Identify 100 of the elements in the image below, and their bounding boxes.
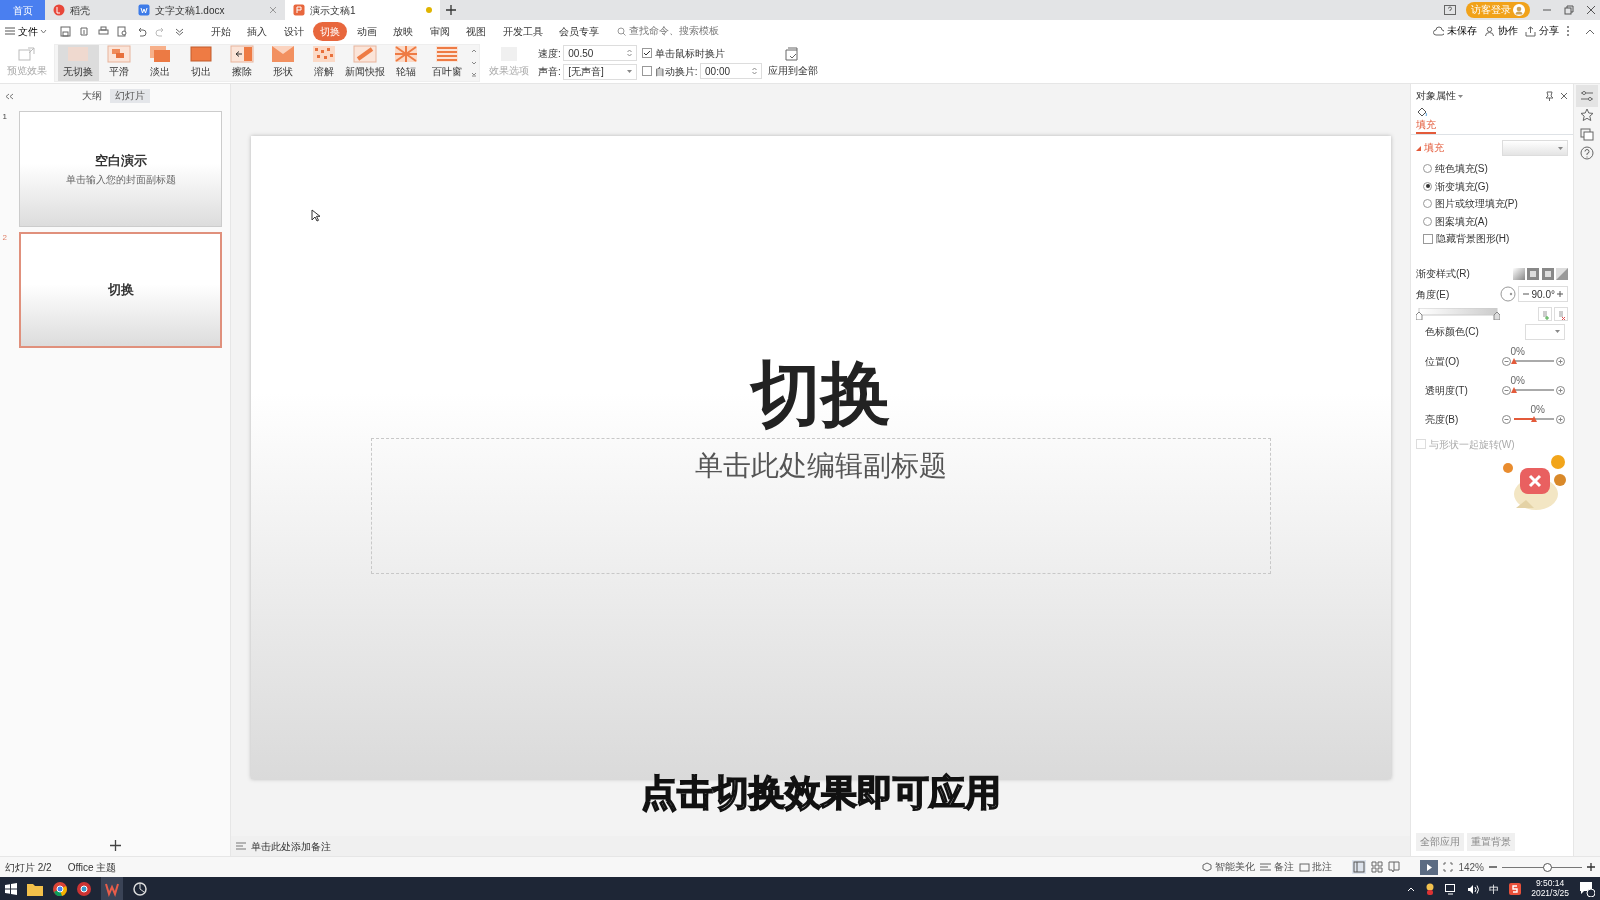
ribbon-tab[interactable]: 放映 [386,21,420,41]
radio-option[interactable]: 图案填充(A) [1423,213,1573,229]
ribbon-tab[interactable]: 审阅 [422,21,457,41]
panel-tab[interactable]: 幻灯片 [109,89,150,104]
notification-icon[interactable] [1579,881,1595,897]
transition-effect-button[interactable]: 擦除 [221,44,263,81]
normal-view-icon[interactable] [1352,860,1367,874]
sound-dropdown[interactable]: [无声音] [563,63,638,80]
toolbar-action[interactable]: 未保存 [1433,23,1477,39]
minus-circle-icon[interactable] [1502,356,1511,366]
gradient-style-icon[interactable] [1556,267,1568,280]
status-button[interactable]: 备注 [1260,859,1294,875]
slider-thumb[interactable] [1510,358,1517,364]
ribbon-tab[interactable]: 设计 [276,21,311,41]
play-button-icon[interactable] [1420,859,1439,875]
clock-time[interactable]: 9:50:14 [1535,879,1565,889]
transition-effect-button[interactable]: 无切换 [57,44,99,81]
checkbox-option[interactable]: 单击鼠标时换片 [642,45,763,61]
zoom-in-icon[interactable] [1587,863,1595,871]
gradient-style-icon[interactable] [1512,267,1525,280]
toolbar-action[interactable]: 协作 [1484,23,1518,39]
ribbon-tab[interactable]: 会员专享 [552,21,606,41]
browser-icon[interactable] [77,882,91,896]
plus-circle-icon[interactable] [1556,414,1565,424]
fit-icon[interactable] [1443,862,1454,872]
plus-circle-icon[interactable] [1556,385,1565,395]
time-field[interactable]: 00:00 [700,63,763,80]
redo-icon[interactable] [155,25,166,37]
office-app-icon[interactable] [101,877,123,900]
input-method[interactable]: 中 [1489,881,1500,897]
transition-effect-button[interactable]: 新闻快报 [344,44,386,81]
document-tab[interactable]: 演示文稿1 [285,0,440,20]
zoom-out-icon[interactable] [1489,863,1497,871]
slide-thumbnail[interactable]: 切换 [19,231,222,348]
minus-circle-icon[interactable] [1502,385,1511,395]
caret-icon[interactable] [627,70,633,74]
apply-all-button[interactable]: 应用到全部 [767,44,820,81]
pin-icon[interactable] [1545,91,1554,102]
close-icon[interactable] [1586,5,1596,15]
transition-effect-button[interactable]: 百叶窗 [426,44,468,81]
clock-date[interactable]: 2021/3/25 [1531,889,1569,899]
transition-effect-button[interactable]: 切出 [180,44,222,81]
slider-thumb[interactable] [1530,416,1537,422]
radio-button[interactable] [1423,199,1432,208]
checkbox[interactable] [642,48,653,59]
plus-icon[interactable] [1557,291,1564,297]
folder-icon[interactable] [27,882,43,896]
transition-effect-button[interactable]: 形状 [262,44,304,81]
fill-tab[interactable]: 填充 [1416,105,1436,134]
spinner-icon[interactable] [627,49,633,58]
network-icon[interactable] [1445,883,1458,895]
restore-icon[interactable] [1564,5,1574,15]
subtitle-placeholder[interactable]: 单击此处编辑副标题 [370,438,1271,574]
panel-tab[interactable]: 大纲 [77,89,107,104]
grid-view-icon[interactable] [1371,861,1384,873]
star-icon[interactable] [1580,108,1594,122]
undo-icon[interactable] [136,25,147,37]
checkbox[interactable] [642,66,653,77]
start-icon[interactable] [5,883,17,895]
radio-option[interactable]: 纯色填充(S) [1423,161,1573,176]
radio-button[interactable] [1423,181,1432,191]
document-tab[interactable]: 首页 [0,0,45,20]
angle-field[interactable]: 90.0° [1518,286,1568,302]
reading-view-icon[interactable] [1388,861,1401,873]
minus-circle-icon[interactable] [1502,414,1511,424]
plus-circle-icon[interactable] [1556,356,1565,366]
transition-effect-button[interactable]: 平滑 [98,44,140,81]
speed-field[interactable]: 00.50 [563,45,638,62]
checkbox-option[interactable]: 隐藏背景图形(H) [1423,231,1573,246]
zoom-slider-thumb[interactable] [1542,862,1552,872]
collapse-panel-icon[interactable] [5,92,14,100]
browser-icon[interactable] [53,882,67,896]
status-button[interactable]: 批注 [1298,859,1333,875]
ribbon-tab[interactable]: 开始 [203,21,238,41]
color-dropdown[interactable] [1525,323,1565,340]
transition-effect-button[interactable]: 溶解 [303,44,345,81]
gradient-style-icon[interactable] [1527,267,1539,280]
radio-option[interactable]: 渐变填充(G) [1423,178,1573,194]
search-field[interactable]: 查找命令、搜索模板 [617,23,729,39]
radio-button[interactable] [1423,216,1432,226]
tray-expand-icon[interactable] [1407,886,1416,892]
checkbox-option[interactable]: 自动换片: [642,63,698,79]
remove-stop-icon[interactable] [1554,307,1568,321]
gradient-bar-drawing[interactable] [1416,308,1500,320]
more-icon[interactable] [1566,25,1570,37]
slides-icon[interactable] [1580,127,1594,141]
add-slide-icon[interactable] [109,840,121,851]
ribbon-tab[interactable]: 视图 [459,21,493,41]
close-icon[interactable] [1560,92,1568,101]
radio-option[interactable]: 图片或纹理填充(P) [1423,196,1573,211]
collapse-icon[interactable] [1585,27,1595,35]
status-button[interactable]: 智能美化 [1201,859,1256,875]
ime-app-icon[interactable] [1509,883,1522,895]
angle-dial-icon[interactable] [1499,286,1516,302]
preview-icon[interactable] [117,25,128,37]
slider-thumb[interactable] [1510,387,1517,393]
gallery-scroll-icon[interactable] [470,47,477,78]
gradient-style-icon[interactable] [1541,267,1554,280]
print-icon[interactable] [98,25,109,37]
file-menu[interactable]: 文件 [5,23,47,39]
